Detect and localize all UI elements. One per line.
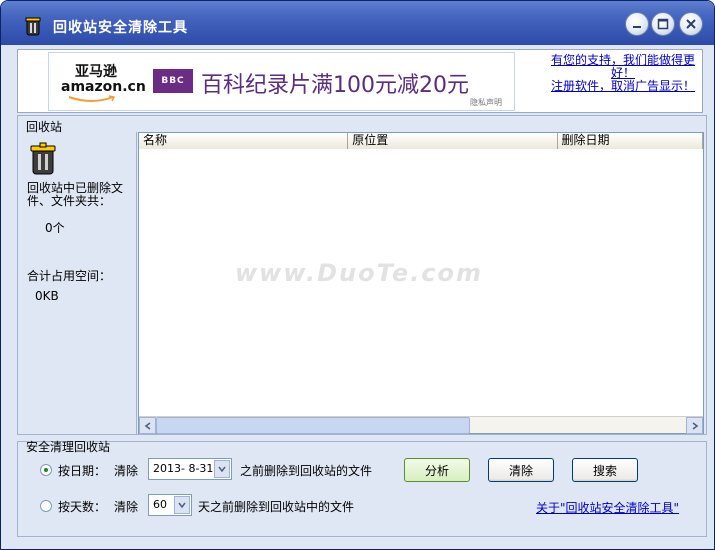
scroll-left-button[interactable] [139,417,156,434]
support-line2[interactable]: 注册软件，取消广告显示！ [548,80,698,93]
amazon-brand-zh: 亚马逊 [75,64,117,80]
days-value: 60 [153,498,167,511]
days-stepper[interactable]: 60 [148,494,192,516]
search-button[interactable]: 搜索 [572,458,638,482]
list-header: 名称 原位置 删除日期 [139,133,703,149]
column-header-original-location[interactable]: 原位置 [348,133,558,149]
minimize-button[interactable] [625,12,649,36]
chevron-down-icon [178,502,186,508]
date-picker[interactable]: 2013- 8-31 [148,458,232,480]
recycle-group: 回收站 回收站中已删除文件、文件夹共： 0个 合计占用空间： 0KB 名称 原位… [17,115,707,435]
amazon-smile-icon [68,95,116,102]
file-list[interactable]: 名称 原位置 删除日期 www.DuoTe.com [138,132,704,434]
by-date-suffix: 之前删除到回收站的文件 [240,464,373,478]
ad-area: 亚马逊 amazon.cn BBC 百科纪录片满100元减20元 隐私声明 有您… [17,49,703,113]
days-dropdown-button[interactable] [174,496,190,514]
date-dropdown-button[interactable] [214,460,230,478]
clear-label-2: 清除 [114,500,139,514]
by-days-suffix: 天之前删除到回收站中的文件 [198,500,355,514]
amazon-logo: 亚马逊 amazon.cn [61,63,147,103]
horizontal-scrollbar[interactable] [139,416,703,434]
clear-label-1: 清除 [114,464,139,478]
clear-button[interactable]: 清除 [488,458,554,482]
watermark: www.DuoTe.com [235,259,483,287]
by-days-radio[interactable] [40,500,52,512]
chevron-right-icon [692,421,698,430]
clean-group: 安全清理回收站 按日期： 清除 2013- 8-31 之前删除到回收站的文件 分… [17,440,707,537]
about-link[interactable]: 关于"回收站安全清除工具" [536,499,679,516]
space-label: 合计占用空间： [27,269,112,283]
by-date-label: 按日期： [58,464,107,478]
minimize-icon [633,26,641,28]
bbc-logo: BBC [153,69,193,93]
main-window: 回收站安全清除工具 亚马逊 amazon.cn BBC 百科纪录片满100元减2… [0,0,715,550]
space-value: 0KB [35,289,59,303]
title-bar[interactable]: 回收站安全清除工具 [1,1,714,45]
clean-group-label: 安全清理回收站 [26,440,111,454]
close-icon [686,19,696,29]
window-title: 回收站安全清除工具 [53,20,188,36]
promo-text: 百科纪录片满100元减20元 [201,73,469,98]
recycle-summary-panel: 回收站中已删除文件、文件夹共： 0个 合计占用空间： 0KB [19,132,137,434]
column-header-deleted-date[interactable]: 删除日期 [557,133,703,149]
chevron-down-icon [218,466,226,472]
by-days-label: 按天数： [58,500,107,514]
support-line1[interactable]: 有您的支持，我们能做得更好！ [548,54,698,80]
recycle-bin-icon [25,17,41,36]
date-value: 2013- 8-31 [153,462,214,475]
support-link[interactable]: 有您的支持，我们能做得更好！ 注册软件，取消广告显示！ [548,54,698,93]
maximize-icon [657,18,669,30]
deleted-count: 0个 [45,221,65,235]
column-header-name[interactable]: 名称 [139,133,349,149]
by-date-radio[interactable] [40,464,52,476]
maximize-button[interactable] [651,12,675,36]
scroll-thumb[interactable] [156,417,470,434]
analyze-button[interactable]: 分析 [404,458,470,482]
deleted-label: 回收站中已删除文件、文件夹共： [27,181,124,208]
chevron-left-icon [144,421,150,430]
ad-banner[interactable]: 亚马逊 amazon.cn BBC 百科纪录片满100元减20元 隐私声明 [48,52,515,111]
amazon-brand-en: amazon.cn [61,79,146,95]
close-button[interactable] [679,12,703,36]
scroll-right-button[interactable] [686,417,703,434]
privacy-link[interactable]: 隐私声明 [470,97,502,108]
recycle-bin-icon [30,142,56,175]
